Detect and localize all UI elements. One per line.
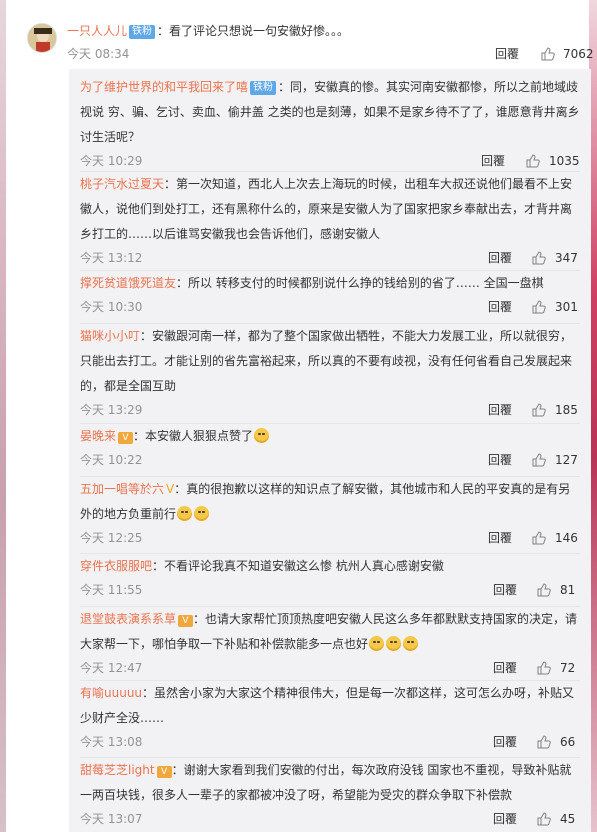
reply-button[interactable]: 回覆 — [493, 731, 517, 753]
emoji-icon — [194, 506, 210, 521]
comment-author-link[interactable]: 穿件衣服服吧 — [80, 559, 152, 573]
avatar[interactable] — [27, 23, 57, 53]
comment-author-link[interactable]: 桃子汽水过夏天 — [80, 177, 164, 191]
like-icon[interactable] — [532, 531, 546, 545]
emoji-icon — [177, 506, 193, 521]
comment-author-link[interactable]: 一只人人儿 — [67, 24, 127, 38]
like-icon[interactable] — [537, 735, 551, 749]
reply-button[interactable]: 回覆 — [488, 449, 512, 471]
comment-time: 今天 13:07 — [80, 812, 143, 826]
comment-text: ：看了评论只想说一句安徽好惨。。。 — [157, 24, 350, 38]
comment-time: 今天 13:08 — [80, 735, 143, 749]
comment-text: ：安徽跟河南一样，都为了整个国家做出牺牲，不能大力发展工业，所以就很穷，只能出去… — [80, 329, 573, 393]
sub-comment: 桃子汽水过夏天：第一次知道，西北人上次去上海玩的时候，出租车大叔还说他们最看不上… — [80, 171, 580, 269]
like-count: 7062 — [563, 47, 594, 61]
sub-comments-panel: 为了维护世界的和平我回来了嘻 铁粉 ：同，安徽真的惨。其实河南安徽都惨，所以之前地域… — [69, 69, 591, 832]
vip-icon: V — [156, 766, 172, 778]
like-count: 81 — [560, 583, 576, 597]
comment-author-link[interactable]: 有喻uuuuu — [80, 686, 142, 700]
comment-time: 今天 10:29 — [80, 154, 143, 168]
reply-button[interactable]: 回覆 — [488, 296, 512, 318]
sub-comment: 猫咪小小叮：安徽跟河南一样，都为了整个国家做出牺牲，不能大力发展工业，所以就很穷… — [80, 323, 580, 421]
comment-text: ：不看评论我真不知道安徽这么惨 杭州人真心感谢安徽 — [152, 559, 444, 573]
sub-comment: 为了维护世界的和平我回来了嘻 铁粉 ：同，安徽真的惨。其实河南安徽都惨，所以之前地域… — [80, 75, 580, 172]
comment-author-link[interactable]: 撑死贫道饿死道友 — [80, 276, 176, 290]
comment-author-link[interactable]: 甜莓芝芝light — [80, 763, 155, 777]
comment-time: 今天 10:22 — [80, 453, 143, 467]
like-icon[interactable] — [537, 583, 551, 597]
like-icon[interactable] — [541, 47, 555, 61]
sub-comment: 撑死贫道饿死道友：所以 转移支付的时候都别说什么挣的钱给别的省了…… 全国一盘棋… — [80, 270, 580, 318]
comment-text: ：本安徽人狠狠点赞了 — [133, 429, 254, 443]
reply-button[interactable]: 回覆 — [488, 527, 512, 549]
comment-author-link[interactable]: 为了维护世界的和平我回来了嘻 — [80, 80, 248, 94]
comment-time: 今天 13:29 — [80, 403, 143, 417]
like-count: 127 — [555, 453, 578, 467]
comment-text: ：所以 转移支付的时候都别说什么挣的钱给别的省了…… 全国一盘棋 — [176, 276, 544, 290]
comment-time: 今天 12:47 — [80, 661, 143, 675]
sub-comment: 穿件衣服服吧：不看评论我真不知道安徽这么惨 杭州人真心感谢安徽 今天 11:55… — [80, 553, 580, 601]
sub-comment: 五加一唱等於六 V：真的很抱歉以这样的知识点了解安徽，其他城市和人民的平安真的是有… — [80, 476, 580, 549]
sub-comment: 有喻uuuuu：虽然舍小家为大家这个精神很伟大，但是每一次都这样，这可怎么办呀，… — [80, 680, 580, 753]
top-comment: 一只人人儿 铁粉 ：看了评论只想说一句安徽好惨。。。 今天 08:34 回覆 706… — [27, 17, 594, 69]
sub-comment: 退堂鼓表演系系草 V ：也请大家帮忙顶顶热度吧安徽人民这么多年都默默支持国家的决定，… — [80, 606, 580, 679]
vip-icon: V — [118, 432, 134, 444]
vip-icon: V — [178, 615, 194, 627]
emoji-icon — [369, 636, 385, 651]
reply-button[interactable]: 回覆 — [495, 43, 519, 65]
left-background-strip — [0, 0, 6, 832]
fan-badge: 铁粉 — [129, 25, 156, 39]
comment-author-link[interactable]: 五加一唱等於六 — [80, 482, 164, 496]
crying-emoji-icon — [254, 428, 270, 443]
like-icon[interactable] — [532, 251, 546, 265]
reply-button[interactable]: 回覆 — [493, 808, 517, 830]
reply-button[interactable]: 回覆 — [481, 150, 505, 172]
comment-time: 今天 08:34 — [67, 47, 130, 61]
like-icon[interactable] — [532, 403, 546, 417]
sub-comment: 甜莓芝芝light V ：谢谢大家看到我们安徽的付出，每次政府没钱 国家也不重视，导… — [80, 757, 580, 830]
like-count: 1035 — [549, 154, 580, 168]
reply-button[interactable]: 回覆 — [488, 399, 512, 421]
comment-time: 今天 11:55 — [80, 583, 143, 597]
like-icon[interactable] — [532, 300, 546, 314]
comment-time: 今天 12:25 — [80, 531, 143, 545]
like-icon[interactable] — [532, 453, 546, 467]
like-count: 45 — [560, 812, 576, 826]
like-count: 347 — [555, 251, 578, 265]
comment-text: ：虽然舍小家为大家这个精神很伟大，但是每一次都这样，这可怎么办呀，补贴又少财产全… — [80, 686, 575, 725]
comment-time: 今天 13:12 — [80, 251, 143, 265]
comment-time: 今天 10:30 — [80, 300, 143, 314]
sub-comment: 晏晚来 V ：本安徽人狠狠点赞了 今天 10:22 回覆 127 — [80, 423, 580, 471]
like-count: 66 — [560, 735, 576, 749]
like-icon[interactable] — [537, 661, 551, 675]
like-icon[interactable] — [526, 154, 540, 168]
emoji-icon — [386, 636, 402, 651]
comment-author-link[interactable]: 退堂鼓表演系系草 — [80, 612, 176, 626]
reply-button[interactable]: 回覆 — [493, 579, 517, 601]
reply-button[interactable]: 回覆 — [488, 247, 512, 269]
like-count: 301 — [555, 300, 578, 314]
like-count: 146 — [555, 531, 578, 545]
comment-author-link[interactable]: 猫咪小小叮 — [80, 329, 140, 343]
fan-badge: 铁粉 — [250, 81, 277, 95]
comment-author-link[interactable]: 晏晚来 — [80, 429, 116, 443]
reply-button[interactable]: 回覆 — [493, 657, 517, 679]
like-count: 72 — [560, 661, 576, 675]
like-icon[interactable] — [537, 812, 551, 826]
like-count: 185 — [555, 403, 578, 417]
emoji-icon — [403, 636, 419, 651]
verified-icon: V — [166, 482, 175, 496]
